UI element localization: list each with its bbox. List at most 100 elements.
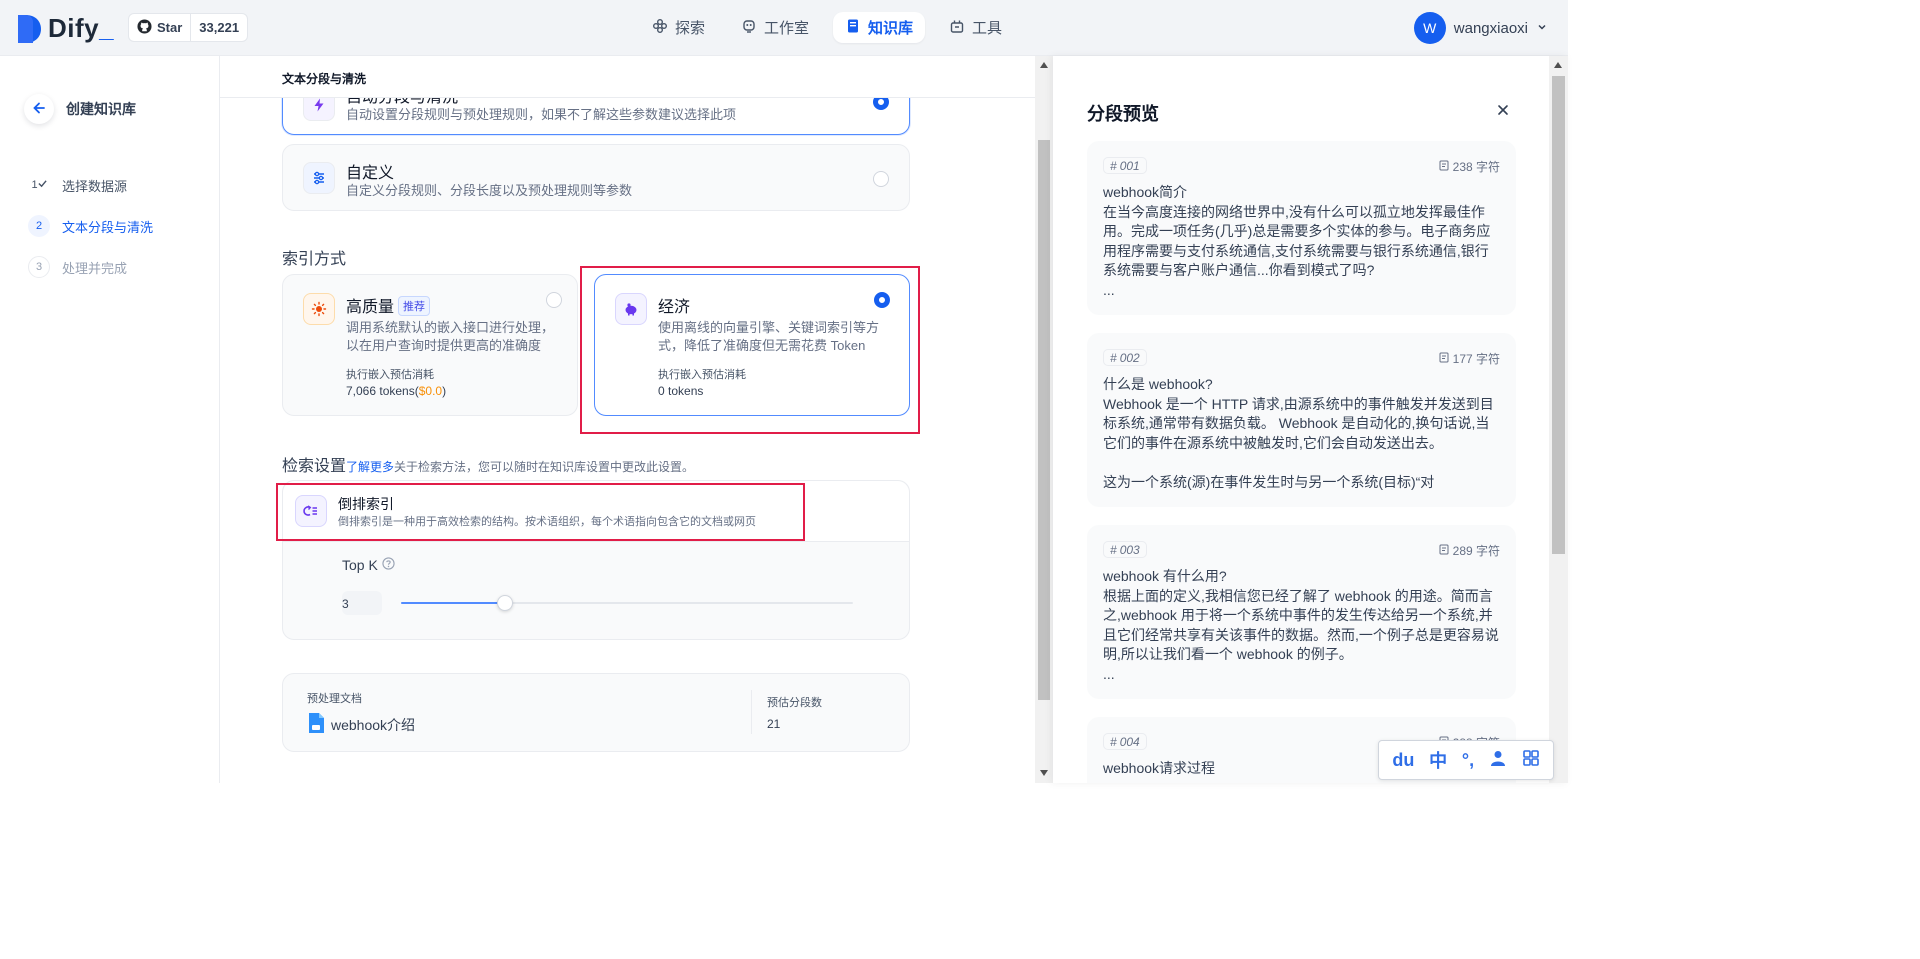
- scrollbar-thumb[interactable]: [1038, 140, 1050, 700]
- back-button[interactable]: [24, 94, 54, 124]
- page-title-bar: 文本分段与清洗: [220, 56, 1035, 98]
- scroll-down-arrow-icon[interactable]: [1040, 770, 1048, 776]
- segment-card: #002 177 字符 什么是 webhook? Webhook 是一个 HTT…: [1087, 333, 1516, 507]
- github-star-count: 33,221: [199, 20, 240, 35]
- cost-close: ): [442, 384, 447, 398]
- nav-knowledge[interactable]: 知识库: [833, 12, 926, 43]
- close-icon[interactable]: [1496, 100, 1510, 123]
- sidebar-title: 创建知识库: [66, 101, 136, 117]
- step-select-source[interactable]: 1 选择数据源: [28, 174, 127, 196]
- preview-scrollbar[interactable]: [1549, 56, 1568, 783]
- doc-icon: [1439, 352, 1449, 366]
- step-label: 文本分段与清洗: [62, 219, 154, 235]
- retrieval-tip: 关于检索方法，您可以随时在知识库设置中更改此设置。: [394, 460, 695, 474]
- segment-text: 什么是 webhook? Webhook 是一个 HTTP 请求,由源系统中的事…: [1103, 376, 1494, 490]
- seg-count-value: 21: [767, 717, 781, 731]
- index-option-desc: 调用系统默认的嵌入接口进行处理，以在用户查询时提供更高的准确度: [346, 320, 555, 353]
- nav-tools[interactable]: 工具: [937, 12, 1014, 43]
- sliders-icon: [303, 162, 335, 194]
- toolbox-icon: [949, 18, 965, 38]
- index-section-title: 索引方式: [282, 251, 347, 268]
- hash-icon: #: [1110, 350, 1117, 365]
- segment-char-count: 177 字符: [1452, 352, 1500, 366]
- baidu-ime-logo[interactable]: du: [1392, 750, 1414, 771]
- github-icon: [137, 18, 152, 37]
- hash-icon: #: [1110, 734, 1117, 749]
- dify-logo-mark: [16, 14, 42, 44]
- segment-option-title: 自定义: [346, 165, 395, 182]
- segment-number: 001: [1119, 158, 1140, 173]
- segment-option-desc: 自动设置分段规则与预处理规则，如果不了解这些参数建议选择此项: [346, 107, 737, 122]
- nav-explore-label: 探索: [675, 20, 706, 37]
- scroll-up-arrow-icon[interactable]: [1554, 62, 1562, 68]
- topk-slider-fill: [401, 602, 505, 604]
- segment-number: 004: [1119, 734, 1140, 749]
- cost-label: 执行嵌入预估消耗: [346, 369, 434, 381]
- scroll-up-arrow-icon[interactable]: [1040, 62, 1048, 68]
- segment-card: #001 238 字符 webhook简介 在当今高度连接的网络世界中,没有什么…: [1087, 141, 1516, 315]
- segment-option-custom[interactable]: 自定义 自定义分段规则、分段长度以及预处理规则等参数: [282, 144, 910, 211]
- step-label: 处理并完成: [62, 260, 128, 276]
- topk-label: Top K: [342, 557, 378, 573]
- doc-label: 预处理文档: [307, 693, 362, 705]
- nav-knowledge-label: 知识库: [868, 20, 914, 37]
- hash-icon: #: [1110, 158, 1117, 173]
- steps-sidebar: 创建知识库 1 选择数据源 2 文本分段与清洗 3 处理并完成: [0, 56, 220, 783]
- scrollbar-thumb[interactable]: [1552, 76, 1565, 554]
- segment-custom-radio[interactable]: [873, 171, 889, 187]
- summary-divider: [751, 690, 752, 734]
- doc-icon: [1439, 160, 1449, 174]
- segment-text: webhook 有什么用? 根据上面的定义,我相信您已经了解了 webhook …: [1103, 568, 1499, 682]
- logo-underscore: _: [99, 13, 115, 43]
- ime-toolbar[interactable]: du 中 °,: [1378, 740, 1554, 780]
- recommend-badge: 推荐: [398, 296, 431, 316]
- segment-number: 003: [1119, 542, 1140, 557]
- step-number: 2: [28, 215, 50, 237]
- ime-chinese-mode[interactable]: 中: [1429, 747, 1447, 773]
- doc-icon: [1439, 544, 1449, 558]
- nav-tools-label: 工具: [972, 20, 1003, 37]
- ime-grid-icon[interactable]: [1522, 749, 1540, 772]
- user-menu[interactable]: W wangxiaoxi: [1413, 12, 1548, 44]
- index-option-high-quality[interactable]: 高质量 推荐 调用系统默认的嵌入接口进行处理，以在用户查询时提供更高的准确度 执行…: [282, 274, 578, 416]
- main-content: 文本分段与清洗 自动分段与清洗 自动设置分段规则与预处理规则，如果不了解这些参数…: [220, 56, 1035, 783]
- step-number: 3: [28, 256, 50, 278]
- sun-icon: [303, 293, 335, 325]
- segment-char-count: 238 字符: [1452, 160, 1500, 174]
- topk-slider[interactable]: [401, 595, 853, 611]
- avatar: W: [1413, 12, 1446, 44]
- index-option-title: 高质量: [346, 299, 395, 316]
- ime-punctuation-mode[interactable]: °,: [1462, 750, 1474, 771]
- main-scrollbar[interactable]: [1035, 56, 1053, 783]
- segment-text: webhook简介 在当今高度连接的网络世界中,没有什么可以孤立地发挥最佳作用。…: [1103, 184, 1491, 298]
- topk-slider-thumb[interactable]: [496, 595, 513, 611]
- segment-preview-panel: 分段预览 #001 238 字符 webhook简介 在当今高度连接的网络世界中…: [1053, 56, 1568, 783]
- cost-tokens: 7,066 tokens(: [346, 384, 419, 398]
- index-high-quality-radio[interactable]: [546, 292, 562, 308]
- topk-input[interactable]: 3: [342, 591, 382, 615]
- segment-option-desc: 自定义分段规则、分段长度以及预处理规则等参数: [346, 183, 633, 198]
- step-segment-clean: 2 文本分段与清洗: [28, 215, 153, 237]
- logo-text: Dify: [48, 13, 100, 43]
- top-header: Dify_ Star 33,221 探索 工作室 知识库 工具 W wangxi…: [0, 0, 1568, 56]
- nav-explore[interactable]: 探索: [640, 12, 717, 43]
- github-star-widget[interactable]: Star 33,221: [128, 13, 249, 42]
- learn-more-link[interactable]: 了解更多: [346, 460, 394, 474]
- seg-count-label: 预估分段数: [767, 697, 822, 709]
- help-icon[interactable]: [382, 557, 395, 573]
- step-label: 选择数据源: [62, 178, 128, 194]
- highlight-box-retrieval: [276, 483, 805, 541]
- user-name: wangxiaoxi: [1453, 19, 1528, 37]
- segment-card: #003 289 字符 webhook 有什么用? 根据上面的定义,我相信您已经…: [1087, 525, 1516, 699]
- summary-card: 预处理文档 webhook介绍 预估分段数 21: [282, 673, 910, 752]
- compass-icon: [652, 18, 668, 38]
- nav-studio[interactable]: 工作室: [729, 12, 821, 43]
- segment-number: 002: [1119, 350, 1140, 365]
- arrow-left-icon: [32, 101, 46, 118]
- dify-logo[interactable]: Dify_: [16, 13, 114, 44]
- highlight-box-economy: [580, 266, 920, 434]
- doc-name: webhook介绍: [331, 716, 416, 733]
- ime-user-icon[interactable]: [1489, 749, 1507, 772]
- robot-icon: [741, 18, 757, 38]
- page-title: 文本分段与清洗: [282, 72, 367, 86]
